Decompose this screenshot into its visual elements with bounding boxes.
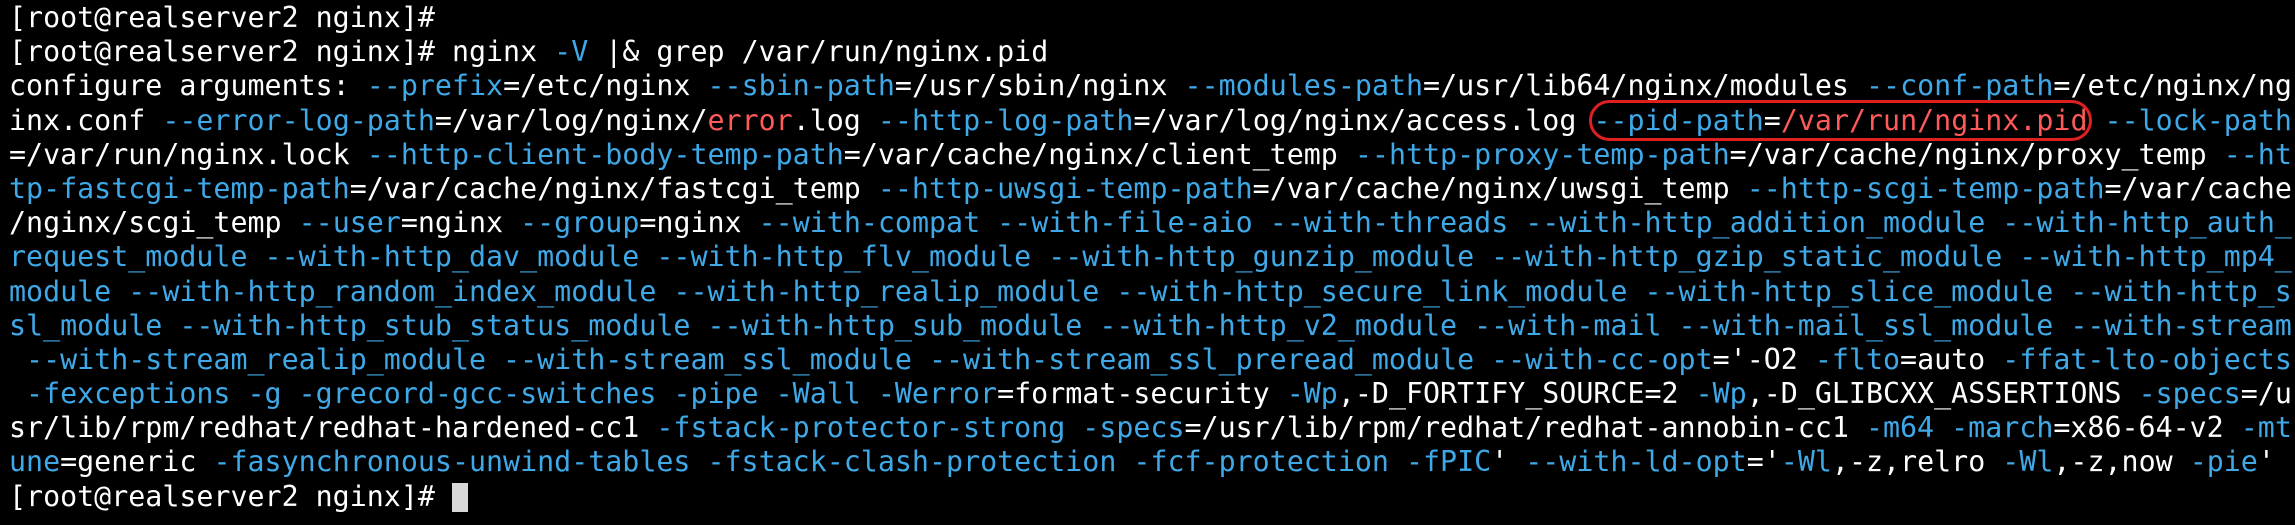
option-text: --with-ld-opt	[1525, 445, 1747, 479]
terminal-line: configure arguments: --prefix=/etc/nginx…	[9, 69, 2295, 103]
option-text: -fasynchronous-unwind-tables -fstack-cla…	[213, 445, 1492, 479]
terminal-line: sl_module --with-http_stub_status_module…	[9, 309, 2295, 343]
option-text: tp-fastcgi-temp-path	[9, 171, 350, 205]
option-text: -specs	[2138, 377, 2241, 411]
option-text: --ht	[2223, 137, 2292, 171]
terminal-text: ,-D_FORTIFY_SOURCE=2	[1337, 377, 1696, 411]
option-text: --user	[298, 206, 401, 240]
terminal-text: =/var/log/nginx/access.log	[1133, 103, 1594, 137]
highlighted-text: /var/run/nginx.pid	[1780, 103, 2088, 137]
terminal-text: =/usr/lib/rpm/redhat/redhat-annobin-cc1	[1184, 411, 1866, 445]
terminal-text: =/usr/lib64/nginx/modules	[1423, 69, 1866, 103]
option-text: --http-uwsgi-temp-path	[877, 171, 1253, 205]
option-text: request_module --with-http_dav_module --…	[9, 240, 2292, 274]
terminal-line: sr/lib/rpm/redhat/redhat-hardened-cc1 -f…	[9, 411, 2295, 445]
terminal-text: [root@realserver2 nginx]#	[9, 479, 452, 513]
terminal-line: /nginx/scgi_temp --user=nginx --group=ng…	[9, 206, 2295, 240]
terminal-text: =/var/log/nginx/	[434, 103, 708, 137]
terminal-text: [root@realserver2 nginx]#	[9, 1, 452, 34]
terminal-text: |& grep /var/run/nginx.pid	[588, 35, 1049, 69]
option-text: -m64 -march	[1865, 411, 2054, 445]
terminal-line: inx.conf --error-log-path=/var/log/nginx…	[9, 99, 2295, 141]
option-text: -Wl	[2002, 445, 2054, 479]
terminal-line: [root@realserver2 nginx]# nginx -V |& gr…	[9, 35, 2295, 69]
terminal-window[interactable]: [root@realserver2 nginx]# [root@realserv…	[0, 0, 2295, 525]
option-text: --http-scgi-temp-path	[1746, 171, 2105, 205]
terminal-text: =format-security	[997, 377, 1287, 411]
option-text: --pid-path	[1593, 103, 1764, 137]
option-text: --modules-path	[1184, 69, 1424, 103]
terminal-text: '	[2257, 445, 2275, 479]
terminal-text: =/var/cache/nginx/fastcgi_temp	[349, 171, 878, 205]
terminal-line: request_module --with-http_dav_module --…	[9, 240, 2295, 274]
terminal-line: [root@realserver2 nginx]#	[9, 480, 2295, 514]
option-text: --group	[520, 206, 640, 240]
terminal-text: ='-O2	[1712, 342, 1815, 376]
option-text: -Wp	[1286, 377, 1338, 411]
option-text: --error-log-path	[162, 103, 435, 137]
terminal-text: =nginx	[400, 206, 521, 240]
terminal-line: --with-stream_realip_module --with-strea…	[9, 343, 2295, 377]
option-text: module --with-http_random_index_module -…	[9, 274, 2292, 308]
option-text: une	[9, 445, 61, 479]
terminal-text: =generic	[60, 445, 214, 479]
option-text: sl_module --with-http_stub_status_module…	[9, 308, 2292, 342]
option-text: --http-log-path	[877, 103, 1134, 137]
terminal-line: module --with-http_random_index_module -…	[9, 275, 2295, 309]
option-text: -pie	[2189, 445, 2258, 479]
terminal-text: =/etc/nginx/ng	[2053, 69, 2292, 103]
option-text: -mt	[2240, 411, 2292, 445]
terminal-line: [root@realserver2 nginx]#	[9, 1, 2295, 35]
highlighted-text: error	[707, 103, 793, 137]
terminal-text: =nginx	[639, 206, 759, 240]
terminal-text: .log	[792, 103, 878, 137]
terminal-text: ='	[1746, 445, 1781, 479]
terminal-line: tp-fastcgi-temp-path=/var/cache/nginx/fa…	[9, 172, 2295, 206]
option-text: -flto	[1814, 342, 1901, 376]
option-text: -Wl	[1780, 445, 1832, 479]
option-text: -fexceptions -g -grecord-gcc-switches -p…	[9, 377, 998, 411]
option-text: --http-client-body-temp-path	[366, 137, 844, 171]
terminal-line: -fexceptions -g -grecord-gcc-switches -p…	[9, 377, 2295, 411]
terminal-text: =/var/cache/nginx/proxy_temp	[1729, 137, 2224, 171]
terminal-text: =/var/cache/nginx/client_temp	[843, 137, 1355, 171]
terminal-text: sr/lib/rpm/redhat/redhat-hardened-cc1	[9, 411, 657, 445]
option-text: --prefix	[366, 69, 504, 103]
terminal-text: =/var/run/nginx.lock	[9, 137, 367, 171]
terminal-line: =/var/run/nginx.lock --http-client-body-…	[9, 138, 2295, 172]
option-text: -ffat-lto-objects	[2002, 342, 2292, 376]
terminal-text: '	[1491, 445, 1526, 479]
terminal-text: =/u	[2240, 377, 2292, 411]
terminal-text: ,-z,relro	[1831, 445, 2003, 479]
option-text: -V	[554, 35, 589, 69]
pid-path-annotation: --pid-path=/var/run/nginx.pid	[1589, 99, 2092, 141]
terminal-text: [root@realserver2 nginx]# nginx	[9, 35, 555, 69]
option-text: --sbin-path	[707, 69, 895, 103]
option-text: -Wp	[1695, 377, 1747, 411]
terminal-text: /nginx/scgi_temp	[9, 206, 299, 240]
option-text: --lock-path	[2104, 103, 2292, 137]
option-text: -fstack-protector-strong -specs	[656, 411, 1185, 445]
terminal-text: =auto	[1900, 342, 2003, 376]
terminal-text: =	[1763, 103, 1781, 137]
option-text: --conf-path	[1866, 69, 2054, 103]
terminal-text: =/var/cache/nginx/uwsgi_temp	[1252, 171, 1747, 205]
option-text: --with-compat --with-file-aio --with-thr…	[758, 206, 2292, 240]
terminal-line: une=generic -fasynchronous-unwind-tables…	[9, 445, 2295, 479]
terminal-text: inx.conf	[9, 103, 163, 137]
terminal-text: =/var/cache	[2104, 171, 2292, 205]
terminal-text: configure arguments:	[9, 69, 367, 103]
terminal-cursor	[451, 482, 468, 512]
terminal-text: =x86-64-v2	[2053, 411, 2241, 445]
option-text: --http-proxy-temp-path	[1354, 137, 1730, 171]
terminal-text: ,-D_GLIBCXX_ASSERTIONS	[1746, 377, 2139, 411]
terminal-text: ,-z,now	[2053, 445, 2190, 479]
terminal-text: =/etc/nginx	[503, 69, 708, 103]
option-text: --with-stream_realip_module --with-strea…	[9, 342, 1713, 376]
terminal-text: =/usr/sbin/nginx	[894, 69, 1185, 103]
